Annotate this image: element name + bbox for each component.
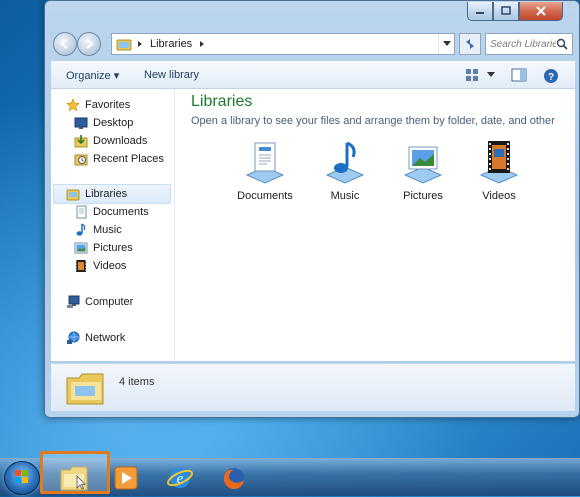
chevron-down-icon <box>442 41 451 46</box>
active-taskbar-highlight <box>40 451 110 494</box>
caption-buttons <box>467 2 563 21</box>
internet-explorer-icon: e <box>167 468 193 488</box>
star-icon <box>66 98 80 112</box>
nav-favorites-label: Favorites <box>85 99 131 111</box>
refresh-icon <box>466 39 474 49</box>
new-library-button[interactable]: New library <box>144 69 199 81</box>
minimize-button[interactable] <box>467 2 493 21</box>
taskbar-media-player[interactable] <box>104 461 148 495</box>
videos-library-icon <box>479 141 519 184</box>
close-button[interactable] <box>519 2 563 21</box>
navigation-pane: Favorites Desktop Downloads Recent Place… <box>51 89 175 361</box>
library-item-pictures[interactable]: Pictures <box>391 137 455 202</box>
library-item-documents[interactable]: Documents <box>233 137 297 202</box>
forward-button[interactable] <box>77 32 101 56</box>
windows-logo-icon <box>15 470 28 483</box>
start-button[interactable] <box>4 461 40 495</box>
nav-desktop[interactable]: Desktop <box>73 114 133 132</box>
downloads-icon <box>74 135 88 148</box>
nav-network[interactable]: Network <box>65 329 125 347</box>
library-item-label: Music <box>330 190 360 202</box>
search-input[interactable] <box>490 38 556 50</box>
page-title: Libraries <box>191 93 253 110</box>
address-path[interactable]: Libraries <box>150 38 192 50</box>
nav-pictures-label: Pictures <box>93 242 133 254</box>
libraries-large-icon <box>66 373 104 405</box>
taskbar-firefox[interactable] <box>212 461 256 495</box>
pictures-library-icon <box>403 146 443 184</box>
nav-music[interactable]: Music <box>73 221 122 239</box>
page-subtitle: Open a library to see your files and arr… <box>191 115 555 127</box>
close-icon <box>536 6 546 16</box>
nav-libraries[interactable]: Libraries <box>65 185 127 203</box>
documents-icon <box>76 205 87 219</box>
nav-videos[interactable]: Videos <box>73 257 126 275</box>
search-icon[interactable] <box>556 38 568 50</box>
breadcrumb-arrow-icon[interactable] <box>136 39 144 49</box>
computer-icon <box>67 295 80 308</box>
desktop-icon <box>74 117 88 129</box>
library-item-label: Pictures <box>403 190 443 202</box>
organize-button[interactable]: Organize ▾ <box>66 69 119 82</box>
library-item-videos[interactable]: Videos <box>467 137 531 202</box>
refresh-button[interactable] <box>459 33 481 55</box>
svg-text:?: ? <box>548 72 554 83</box>
music-library-icon <box>325 141 365 184</box>
taskbar-internet-explorer[interactable]: e <box>158 461 202 495</box>
breadcrumb-arrow-icon-2[interactable] <box>198 39 206 49</box>
network-icon <box>67 331 80 344</box>
documents-library-icon <box>245 142 285 184</box>
firefox-icon <box>223 468 244 490</box>
nav-music-label: Music <box>93 224 122 236</box>
nav-recent-places-label: Recent Places <box>93 153 164 165</box>
library-item-music[interactable]: Music <box>313 137 377 202</box>
content-area: Favorites Desktop Downloads Recent Place… <box>51 89 575 361</box>
nav-documents[interactable]: Documents <box>73 203 149 221</box>
forward-arrow-icon <box>86 39 94 49</box>
nav-pictures[interactable]: Pictures <box>73 239 133 257</box>
nav-downloads[interactable]: Downloads <box>73 132 147 150</box>
change-view-icon[interactable] <box>465 68 483 82</box>
address-dropdown-button[interactable] <box>438 34 454 54</box>
back-button[interactable] <box>53 32 77 56</box>
libraries-view: Libraries Open a library to see your fil… <box>177 89 575 361</box>
pictures-icon <box>74 242 88 254</box>
command-bar: Organize ▾ New library ? <box>51 61 575 89</box>
nav-videos-label: Videos <box>93 260 127 272</box>
recent-places-icon <box>74 154 88 166</box>
nav-favorites[interactable]: Favorites <box>65 96 130 114</box>
media-player-icon <box>114 466 138 490</box>
maximize-button[interactable] <box>493 2 519 21</box>
nav-recent-places[interactable]: Recent Places <box>73 150 164 168</box>
nav-network-label: Network <box>85 332 126 344</box>
help-icon[interactable]: ? <box>543 68 559 84</box>
minimize-icon <box>476 12 484 14</box>
library-item-label: Documents <box>237 190 293 202</box>
nav-libraries-label: Libraries <box>85 188 128 200</box>
music-note-icon <box>76 223 86 236</box>
nav-desktop-label: Desktop <box>93 117 134 129</box>
back-arrow-icon <box>60 39 68 49</box>
navigation-bar: Libraries <box>51 31 575 57</box>
search-box[interactable] <box>485 33 573 55</box>
libraries-icon <box>66 189 80 201</box>
nav-documents-label: Documents <box>93 206 149 218</box>
nav-computer[interactable]: Computer <box>65 293 133 311</box>
nav-downloads-label: Downloads <box>93 135 148 147</box>
address-bar[interactable]: Libraries <box>111 33 455 55</box>
details-pane: 4 items <box>51 363 575 411</box>
libraries-folder-icon <box>116 39 132 51</box>
videos-icon <box>76 260 86 272</box>
library-item-label: Videos <box>482 190 516 202</box>
preview-pane-icon[interactable] <box>511 68 527 82</box>
item-count: 4 items <box>119 376 155 388</box>
nav-computer-label: Computer <box>85 296 134 308</box>
maximize-icon <box>501 6 511 15</box>
view-options-chevron-icon[interactable] <box>487 72 495 78</box>
explorer-window: Libraries Organize ▾ New library <box>44 0 580 418</box>
